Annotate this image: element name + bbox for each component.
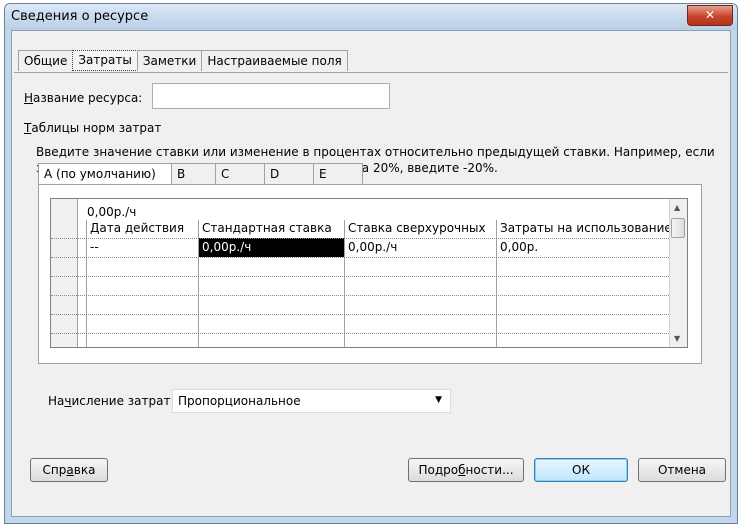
rate-tables-label-text: аблицы норм затрат (31, 121, 162, 135)
rate-tables-label: Таблицы норм затрат (24, 121, 161, 135)
rate-tab-c[interactable]: С (215, 163, 265, 184)
cost-accrual-label-a: На (48, 394, 65, 408)
dropdown-arrow-icon[interactable]: ▼ (435, 395, 442, 405)
details-button[interactable]: Подробности... (408, 458, 524, 482)
rate-tab-a[interactable]: А (по умолчанию) (38, 163, 172, 185)
grid-edit-field[interactable]: 0,00р./ч (87, 204, 136, 220)
ok-button[interactable]: ОК (534, 458, 628, 482)
resource-name-label-accel: Н (24, 91, 34, 105)
grid-vertical-scrollbar[interactable]: ▲ ▼ (669, 199, 687, 347)
scroll-up-arrow-icon[interactable]: ▲ (674, 203, 680, 212)
cell-per-use-cost[interactable]: 0,00р. (497, 238, 673, 257)
column-header-standard-rate[interactable]: Стандартная ставка (199, 219, 345, 238)
grid-line (51, 314, 671, 315)
cost-accrual-value: Пропорциональное (178, 394, 301, 408)
tab-strip: Общие Затраты Заметки Настраиваемые поля (18, 50, 348, 72)
help-button-text-b: вка (73, 463, 96, 477)
help-button[interactable]: Справка (30, 458, 108, 482)
grid-line (51, 333, 671, 334)
details-button-text-a: Подро (418, 463, 459, 477)
row-header-column (51, 199, 78, 347)
cell-standard-rate[interactable]: 0,00р./ч (199, 238, 345, 257)
rate-hint-line1: Введите значение ставки или изменение в … (36, 145, 715, 159)
resource-name-label-text: азвание ресурса: (33, 91, 143, 105)
cost-accrual-select[interactable]: Пропорциональное ▼ (172, 389, 451, 413)
cost-accrual-label-b: исление затрат: (71, 394, 175, 408)
cancel-button[interactable]: Отмена (638, 458, 726, 482)
grid-line (344, 220, 345, 347)
rate-tab-d[interactable]: D (264, 163, 314, 184)
grid-line (198, 220, 199, 347)
tab-costs[interactable]: Затраты (72, 50, 138, 71)
column-header-effective-date[interactable]: Дата действия (87, 219, 197, 238)
cost-accrual-label: Начисление затрат: (48, 394, 175, 408)
details-button-accel: б (458, 463, 466, 477)
cell-effective-date[interactable]: -- (87, 238, 197, 257)
rate-tab-e[interactable]: E (313, 163, 363, 184)
grid-line (496, 220, 497, 347)
grid-line (86, 220, 87, 347)
column-header-per-use-cost[interactable]: Затраты на использование (497, 219, 673, 238)
dialog-title: Сведения о ресурсе (11, 9, 149, 24)
title-bar[interactable]: Сведения о ресурсе ✕ (5, 4, 737, 30)
help-button-accel: а (66, 463, 74, 477)
tab-custom-fields[interactable]: Настраиваемые поля (201, 50, 348, 71)
close-button[interactable]: ✕ (687, 5, 733, 26)
tab-notes[interactable]: Заметки (136, 50, 203, 71)
resource-name-label: Название ресурса: (24, 91, 142, 105)
scroll-thumb[interactable] (671, 218, 685, 238)
grid-line (51, 257, 671, 258)
tab-general[interactable]: Общие (18, 50, 74, 71)
close-icon: ✕ (704, 8, 716, 22)
resource-name-input[interactable] (152, 83, 390, 109)
grid-line (51, 276, 671, 277)
grid-line (51, 295, 671, 296)
rate-table-tabs: А (по умолчанию) В С D E (38, 163, 363, 185)
help-button-text-a: Спр (42, 463, 67, 477)
rate-grid[interactable]: 0,00р./ч Дата действия Стандартная ставк… (50, 198, 688, 348)
scroll-down-arrow-icon[interactable]: ▼ (674, 334, 680, 343)
cell-overtime-rate[interactable]: 0,00р./ч (345, 238, 497, 257)
grid-line (51, 238, 671, 239)
details-button-text-b: ности... (465, 463, 514, 477)
column-header-overtime-rate[interactable]: Ставка сверхурочных (345, 219, 497, 238)
rate-tab-b[interactable]: В (171, 163, 216, 184)
